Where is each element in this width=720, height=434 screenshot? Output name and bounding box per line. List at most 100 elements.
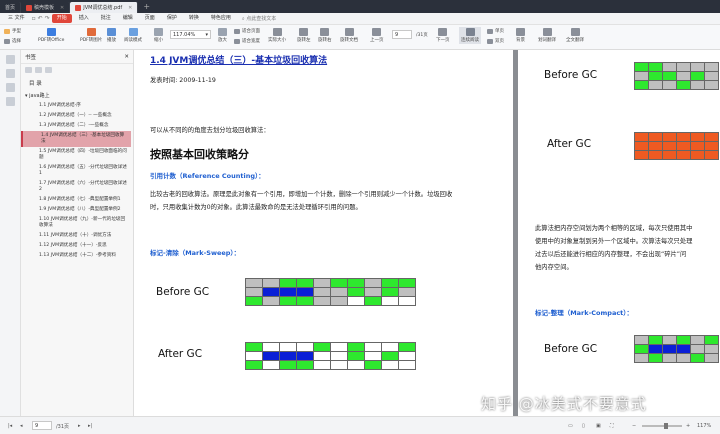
new-tab-icon[interactable]: + <box>138 2 155 11</box>
search-icon[interactable] <box>6 97 15 106</box>
zoom-in-icon[interactable]: + <box>686 423 690 429</box>
search-text-input[interactable]: ⌕ 点此查找文本 <box>242 15 276 22</box>
save-icon[interactable]: ▫ <box>32 15 36 22</box>
menu-file[interactable]: 三 文件 <box>3 14 30 23</box>
tab-templates[interactable]: 稿壳模板 ✕ <box>21 2 71 13</box>
tab-pdf[interactable]: JVM调优总结.pdf ✕ <box>70 2 139 13</box>
nav-next-icon[interactable]: ▸ <box>78 423 81 429</box>
memory-cell <box>297 361 314 370</box>
prev-page-button[interactable]: 上一页 <box>370 28 384 43</box>
select-tool-button[interactable]: 选择 <box>4 38 21 44</box>
memory-cell <box>691 354 705 363</box>
zoom-select[interactable]: 117.04% ▾ <box>170 30 211 39</box>
play-button[interactable]: 播放 <box>107 28 116 43</box>
fullscreen-icon[interactable]: ⛶ <box>610 423 614 429</box>
memory-cell <box>705 142 719 151</box>
thumbnail-icon[interactable] <box>6 69 15 78</box>
toc-item[interactable]: 1.2 JVM调优总结（一）-- 一些概念 <box>21 111 131 121</box>
collapse-icon[interactable] <box>35 67 42 73</box>
menu-insert[interactable]: 插入 <box>74 14 94 23</box>
toc-item[interactable]: 1.5 JVM调优总结（四）-垃圾回收面临的问题 <box>21 147 131 163</box>
rotate-doc-label: 旋转文档 <box>340 38 358 43</box>
cursor-icon <box>4 38 10 44</box>
toc-item[interactable]: 1.6 JVM调优总结（五）-分代垃圾回收详述1 <box>21 163 131 179</box>
memory-cell <box>691 336 705 345</box>
menu-edit[interactable]: 编辑 <box>118 14 138 23</box>
toc-item[interactable]: 1.9 JVM调优总结（八）-典型配置举例2 <box>21 205 131 215</box>
chevron-down-icon: ▾ <box>205 31 208 38</box>
zoom-slider-handle[interactable] <box>664 423 668 429</box>
continuous-label: 连续阅读 <box>461 38 479 43</box>
close-icon[interactable]: ✕ <box>128 5 132 11</box>
full-translate-button[interactable]: 全文翻译 <box>566 28 584 43</box>
background-button[interactable]: 背景 <box>516 28 525 43</box>
tab-home[interactable]: 首页 <box>0 2 22 13</box>
menu-features[interactable]: 特色应用 <box>206 14 236 23</box>
zoom-slider[interactable] <box>642 423 682 429</box>
menu-protect[interactable]: 保护 <box>162 14 182 23</box>
memory-grid-before <box>634 335 719 363</box>
fit-width-button[interactable]: 适合宽度 <box>234 38 260 44</box>
split-translate-button[interactable]: 划词翻译 <box>538 28 556 43</box>
page-number-input[interactable]: 9 <box>392 30 412 39</box>
zoom-out-button[interactable]: 缩小 <box>154 28 163 43</box>
toc-item[interactable]: 1.13 JVM调优总结（十二）-参考资料 <box>21 251 131 261</box>
toc-item[interactable]: 1.12 JVM调优总结（十一）-反思 <box>21 241 131 251</box>
toc-root[interactable]: ▾ java路上 <box>21 90 133 101</box>
close-icon[interactable]: ✕ <box>124 54 129 60</box>
nav-first-icon[interactable]: |◂ <box>8 423 12 429</box>
pdf-to-office-button[interactable]: PDF转Office <box>38 28 64 43</box>
pdf-to-office-label: PDF转Office <box>38 38 65 43</box>
actual-size-button[interactable]: 实际大小 <box>268 28 286 43</box>
zoom-in-button[interactable]: 放大 <box>218 28 227 43</box>
nav-last-icon[interactable]: ▸| <box>88 423 92 429</box>
document-view[interactable]: 1.4 JVM调优总结（三）-基本垃圾回收算法 发表时间: 2009-11-19… <box>134 50 720 416</box>
memory-cell <box>705 72 719 81</box>
memory-cell <box>705 151 719 160</box>
view-mode-icon[interactable]: ▭ <box>568 423 573 429</box>
rotate-right-button[interactable]: 旋转右 <box>318 28 332 43</box>
toc-item[interactable]: 1.3 JVM调优总结（二）-一些概念 <box>21 121 131 131</box>
toc-item[interactable]: 1.1 JVM调优总结-序 <box>21 101 131 111</box>
bookmark-icon[interactable] <box>6 55 15 64</box>
menu-start[interactable]: 开始 <box>51 14 72 23</box>
single-page-button[interactable]: 单页 <box>487 28 504 34</box>
expand-icon[interactable] <box>25 67 32 73</box>
memory-cell <box>691 133 705 142</box>
hand-tool-button[interactable]: 手型 <box>4 28 21 34</box>
next-page-button[interactable]: 下一页 <box>436 28 450 43</box>
memory-cell <box>399 288 416 297</box>
memory-cell <box>677 151 691 160</box>
fit-page-button[interactable]: 适合页面 <box>234 28 260 34</box>
add-bookmark-icon[interactable] <box>45 67 52 73</box>
toc-title[interactable]: 目 录 <box>21 76 133 90</box>
nav-prev-icon[interactable]: ◂ <box>20 423 23 429</box>
comment-icon[interactable] <box>6 83 15 92</box>
fit-width-icon <box>234 38 240 44</box>
menu-convert[interactable]: 转换 <box>184 14 204 23</box>
pdf-to-image-button[interactable]: PDF转图片 <box>80 28 102 43</box>
pdf-icon <box>75 4 82 11</box>
toc-item[interactable]: 1.11 JVM调优总结（十）-调优方法 <box>21 231 131 241</box>
zoom-out-icon[interactable]: − <box>632 423 636 429</box>
rotate-left-button[interactable]: 旋转左 <box>297 28 311 43</box>
page-title[interactable]: 1.4 JVM调优总结（三）-基本垃圾回收算法 <box>150 53 327 66</box>
view-mode-icon[interactable]: ▯ <box>582 423 585 429</box>
continuous-read-button[interactable]: 连续阅读 <box>459 27 481 44</box>
rotate-doc-button[interactable]: 旋转文档 <box>340 28 358 43</box>
status-page-input[interactable]: 9 <box>32 421 52 430</box>
toc-item[interactable]: 1.10 JVM调优总结（九）-新一代的垃圾回收算法 <box>21 215 131 231</box>
menu-page[interactable]: 页面 <box>140 14 160 23</box>
toc-item[interactable]: 1.4 JVM调优总结（三）-基本垃圾回收算法 <box>21 131 131 147</box>
toc-item[interactable]: 1.8 JVM调优总结（七）-典型配置举例1 <box>21 195 131 205</box>
menu-comment[interactable]: 批注 <box>96 14 116 23</box>
view-mode-icon[interactable]: ▣ <box>596 423 601 429</box>
undo-icon[interactable]: ↶ <box>38 15 43 22</box>
toc-item[interactable]: 1.7 JVM调优总结（六）-分代垃圾回收详述2 <box>21 179 131 195</box>
template-icon <box>26 4 33 11</box>
read-mode-button[interactable]: 阅读模式 <box>124 28 142 43</box>
redo-icon[interactable]: ↷ <box>45 15 50 22</box>
close-icon[interactable]: ✕ <box>60 5 64 11</box>
prev-page-label: 上一页 <box>370 38 384 43</box>
double-page-button[interactable]: 双页 <box>487 38 504 44</box>
